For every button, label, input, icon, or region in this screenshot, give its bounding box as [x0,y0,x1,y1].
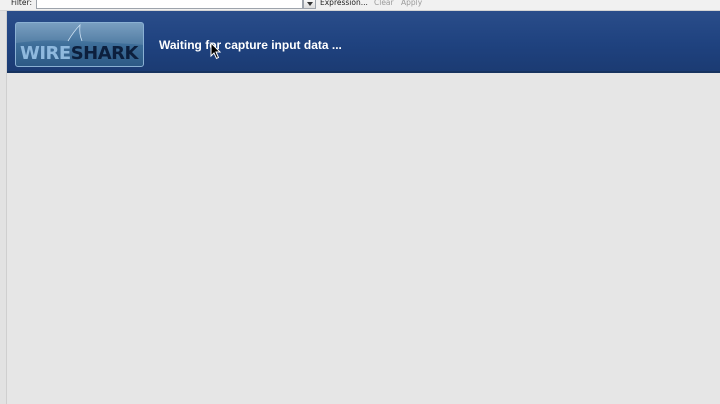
wireshark-logo: WIRESHARK [15,22,144,67]
expression-button[interactable]: Expression... [320,0,368,8]
packet-workspace [7,73,720,404]
filter-input[interactable] [36,0,303,9]
filter-dropdown-button[interactable] [303,0,316,9]
clear-button[interactable]: Clear [374,0,394,8]
filter-toolbar: Filter: Expression... Clear Apply [0,0,720,11]
capture-status-banner: WIRESHARK Waiting for capture input data… [7,11,720,73]
left-pane-edge [0,11,7,404]
mouse-pointer-icon [210,42,222,60]
chevron-down-icon [307,2,313,6]
capture-status-message: Waiting for capture input data ... [159,38,342,52]
logo-text-wire: WIRE [20,43,71,64]
logo-wordmark: WIRESHARK [20,43,139,65]
filter-label: Filter: [11,0,32,7]
logo-text-shark: SHARK [70,43,139,64]
apply-button[interactable]: Apply [401,0,422,8]
